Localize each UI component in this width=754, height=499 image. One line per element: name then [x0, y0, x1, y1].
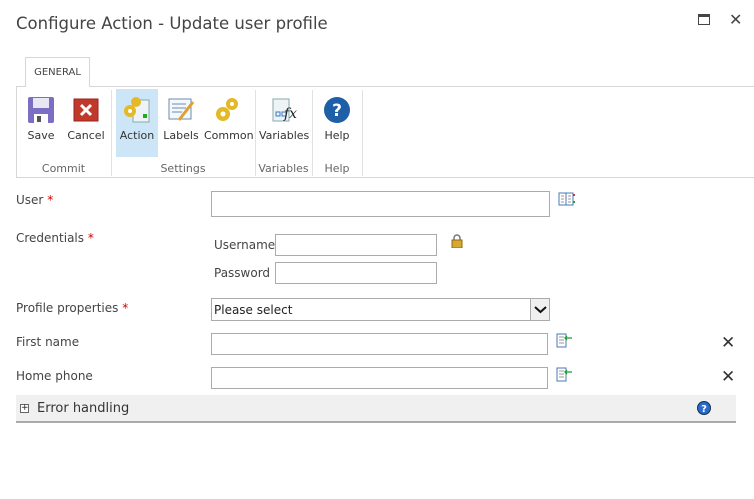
user-label: User * [16, 193, 54, 207]
chevron-down-icon[interactable] [530, 299, 549, 320]
svg-text:fx: fx [283, 106, 297, 122]
group-variables: Variables [258, 162, 309, 175]
group-settings: Settings [160, 162, 206, 175]
labels-button[interactable]: Labels [160, 89, 202, 157]
floppy-disk-icon [28, 97, 54, 123]
gears-icon [216, 98, 238, 121]
user-input[interactable] [211, 191, 550, 217]
username-input[interactable] [275, 234, 437, 256]
expand-icon[interactable]: + [20, 404, 29, 413]
password-label: Password [214, 266, 271, 280]
variables-fx-icon: fx [272, 98, 297, 122]
window-title: Configure Action - Update user profile [16, 14, 328, 33]
remove-home-phone-icon[interactable]: ✕ [721, 367, 735, 387]
insert-reference-icon[interactable] [556, 367, 573, 382]
error-handling-section[interactable]: + Error handling ? [16, 395, 736, 423]
first-name-input[interactable] [211, 333, 548, 355]
group-help: Help [324, 162, 350, 175]
lock-icon[interactable] [451, 234, 463, 248]
save-button[interactable]: Save [20, 89, 62, 157]
cancel-icon [73, 98, 99, 122]
group-commit: Commit [41, 162, 86, 175]
help-icon: ? [324, 97, 350, 123]
svg-text:?: ? [701, 404, 707, 415]
action-gears-icon [124, 97, 150, 123]
maximize-icon[interactable] [698, 14, 710, 25]
home-phone-input[interactable] [211, 367, 548, 389]
remove-first-name-icon[interactable]: ✕ [721, 333, 735, 353]
svg-text:?: ? [332, 101, 342, 121]
tab-general[interactable]: GENERAL [25, 57, 90, 87]
address-book-icon[interactable] [558, 192, 576, 206]
first-name-label: First name [16, 335, 80, 349]
help-icon[interactable]: ? [697, 401, 711, 415]
profile-properties-select[interactable]: Please select [211, 298, 550, 321]
divider [362, 90, 363, 176]
home-phone-label: Home phone [16, 369, 93, 383]
credentials-label: Credentials * [16, 231, 94, 245]
profile-properties-label: Profile properties * [16, 301, 129, 315]
help-button[interactable]: ? Help [316, 89, 358, 157]
password-input[interactable] [275, 262, 437, 284]
error-handling-label: Error handling [37, 401, 130, 416]
close-icon[interactable]: ✕ [729, 10, 742, 29]
labels-icon [168, 98, 195, 121]
action-button[interactable]: Action [116, 89, 158, 157]
insert-reference-icon[interactable] [556, 333, 573, 348]
cancel-button[interactable]: Cancel [64, 89, 108, 157]
username-label: Username [214, 238, 276, 252]
variables-button[interactable]: fx Variables [259, 89, 309, 157]
common-button[interactable]: Common [204, 89, 254, 157]
